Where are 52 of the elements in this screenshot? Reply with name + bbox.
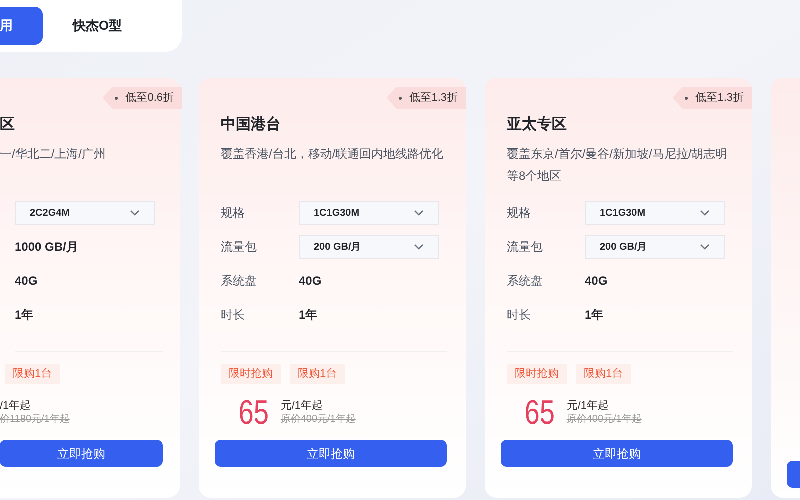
spec-value: 1000 GB/月 bbox=[15, 239, 78, 256]
original-price: 原价400元/1年起 bbox=[280, 413, 356, 427]
promo-tag: 限购1台 bbox=[290, 364, 346, 384]
spec-label: 系统盘 bbox=[221, 273, 258, 290]
original-price: 原价400元/1年起 bbox=[566, 413, 642, 427]
spec-label: 流量包 bbox=[221, 239, 258, 256]
card-title: 区 bbox=[0, 115, 16, 135]
tab[interactable]: 用 bbox=[0, 7, 43, 45]
spec-label: 规格 bbox=[507, 205, 532, 222]
spec-select[interactable]: 1C1G30M bbox=[585, 201, 725, 225]
discount-badge: 低至0.6折 bbox=[102, 87, 182, 109]
spec-select[interactable]: 200 GB/月 bbox=[585, 235, 725, 259]
price: 65 bbox=[238, 396, 270, 430]
chevron-down-icon bbox=[414, 210, 424, 216]
spec-label: 时长 bbox=[221, 307, 246, 324]
discount-badge: 低至1.3折 bbox=[386, 87, 466, 109]
card-description: 一/华北二/上海/广州 bbox=[0, 146, 108, 163]
promo-tag: 限时抢购 bbox=[221, 364, 281, 384]
spec-value: 40G bbox=[299, 273, 322, 290]
card-title: 亚太专区 bbox=[507, 115, 568, 135]
card-description: 覆盖东京/首尔/曼谷/新加坡/马尼拉/胡志明等8个地区 bbox=[507, 146, 729, 185]
price-unit: /1年起 bbox=[0, 399, 32, 413]
promo-tag: 限时抢购 bbox=[507, 364, 567, 384]
spec-label: 系统盘 bbox=[507, 273, 544, 290]
promo-tag: 限购1台 bbox=[5, 364, 60, 384]
spec-select[interactable]: 1C1G30M bbox=[299, 201, 439, 225]
spec-value: 40G bbox=[585, 273, 608, 290]
spec-label: 时长 bbox=[507, 307, 532, 324]
spec-value: 1年 bbox=[15, 307, 34, 324]
chevron-down-icon bbox=[700, 210, 710, 216]
discount-badge: 低至1.3折 bbox=[672, 87, 752, 109]
spec-label: 规格 bbox=[221, 205, 246, 222]
spec-label: 流量包 bbox=[507, 239, 544, 256]
card-description: 覆盖香港/台北，移动/联通回内地线路优化 bbox=[221, 146, 445, 163]
spec-value: 40G bbox=[15, 273, 38, 290]
spec-select[interactable]: 200 GB/月 bbox=[299, 235, 439, 259]
spec-select[interactable]: 2C2G4M bbox=[15, 201, 155, 225]
chevron-down-icon bbox=[414, 244, 424, 250]
buy-button[interactable]: 立即抢购 bbox=[215, 440, 447, 467]
buy-button[interactable]: 立即抢购 bbox=[0, 440, 163, 467]
chevron-down-icon bbox=[130, 210, 140, 216]
spec-value: 1年 bbox=[299, 307, 318, 324]
buy-button[interactable]: 立即抢购 bbox=[501, 440, 733, 467]
original-price: 价1180元/1年起 bbox=[0, 413, 70, 427]
price-unit: 元/1年起 bbox=[280, 399, 324, 413]
tab[interactable]: 快杰O型 bbox=[57, 7, 138, 45]
promo-tag: 限购1台 bbox=[576, 364, 632, 384]
price-unit: 元/1年起 bbox=[566, 399, 610, 413]
chevron-down-icon bbox=[700, 244, 710, 250]
spec-value: 1年 bbox=[585, 307, 604, 324]
card-title: 中国港台 bbox=[221, 115, 282, 135]
price: 65 bbox=[524, 396, 556, 430]
